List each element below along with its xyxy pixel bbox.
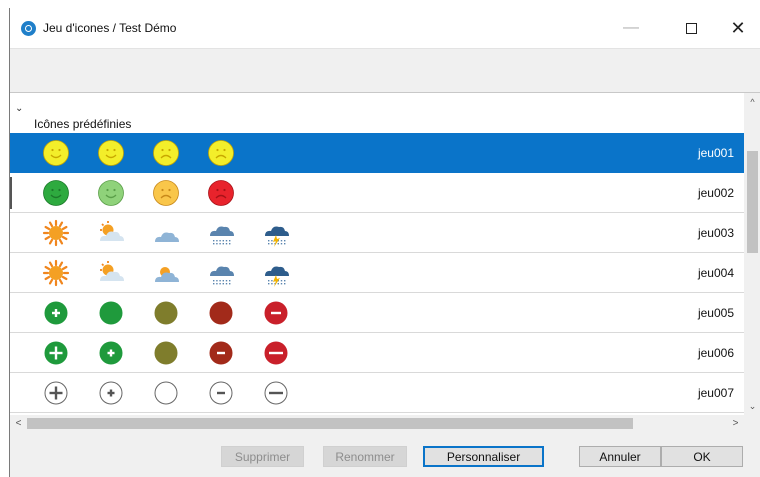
smiley-yellow-happy-icon [43,140,69,166]
smiley-yellow-sad-icon [153,140,179,166]
minus-red-large-icon [264,341,288,365]
dot-darkred-icon [209,301,233,325]
weather-sun-cloud-2-icon [155,267,179,282]
horizontal-scroll-thumb[interactable] [27,418,633,429]
weather-sun-icon [42,219,70,247]
ok-button[interactable]: OK [661,446,743,467]
weather-sun-icon [42,259,70,287]
scroll-down-arrow[interactable]: ⌄ [744,398,760,415]
smiley-yellow-happy-icon [98,140,124,166]
maximize-button[interactable] [668,8,714,48]
row-code: jeu007 [697,386,734,400]
cancel-button[interactable]: Annuler [579,446,661,467]
group-label: Icônes prédéfinies [34,117,132,131]
plus-outline-small-icon [99,381,123,405]
minus-darkred-icon [209,341,233,365]
group-header[interactable]: ⌄ Icônes prédéfinies [10,93,744,133]
window-title: Jeu d'icones / Test Démo [43,21,177,35]
plus-green-small-icon [44,301,68,325]
row-code: jeu001 [697,146,734,160]
row-code: jeu006 [697,346,734,360]
weather-storm-icon [265,266,289,287]
horizontal-scrollbar[interactable]: < > [10,415,744,432]
icon-set-list: ⌄ Icônes prédéfinies jeu001 jeu002 jeu003 j… [10,92,760,432]
close-button[interactable]: ✕ [715,8,760,48]
vertical-scroll-thumb[interactable] [747,151,758,253]
weather-rain-icon [210,226,234,245]
rename-button[interactable]: Renommer [323,446,407,467]
row-focus-marker [10,177,12,209]
table-row[interactable]: jeu002 [10,173,744,213]
smiley-red-sad-icon [208,180,234,206]
chevron-down-icon[interactable]: ⌄ [15,103,23,114]
weather-rain-icon [210,266,234,285]
weather-storm-icon [265,226,289,247]
table-row[interactable]: jeu004 [10,253,744,293]
maximize-icon [685,22,697,34]
smiley-yellow-sad-icon [208,140,234,166]
table-row[interactable]: jeu003 [10,213,744,253]
plus-green-large-icon [44,341,68,365]
smiley-green-happy-icon [43,180,69,206]
minus-outline-large-icon [264,381,288,405]
plus-green-small-2-icon [99,341,123,365]
scroll-left-arrow[interactable]: < [10,415,27,432]
minimize-button[interactable]: — [608,8,654,48]
row-code: jeu003 [697,226,734,240]
row-code: jeu004 [697,266,734,280]
scrollbar-corner [744,415,760,432]
table-row[interactable]: jeu001 [10,133,744,173]
dot-olive-icon [154,301,178,325]
toolbar-area [10,48,760,92]
vertical-scrollbar[interactable]: ^ ⌄ [744,93,760,415]
weather-cloud-icon [155,232,179,242]
dot-green-icon [99,301,123,325]
customize-button[interactable]: Personnaliser [423,446,544,467]
minus-red-small-icon [264,301,288,325]
app-icon [21,21,36,36]
smiley-orange-sad-icon [153,180,179,206]
circle-outline-icon [154,381,178,405]
table-row[interactable]: jeu007 [10,373,744,413]
dialog-window: Jeu d'icones / Test Démo — ✕ ⌄ Icônes pr… [9,8,760,477]
weather-sun-cloud-icon [100,261,124,281]
smiley-lightgreen-happy-icon [98,180,124,206]
plus-outline-large-icon [44,381,68,405]
delete-button[interactable]: Supprimer [221,446,304,467]
scroll-up-arrow[interactable]: ^ [744,93,760,110]
row-code: jeu005 [697,306,734,320]
dot-olive-icon [154,341,178,365]
table-row[interactable]: jeu005 [10,293,744,333]
minus-outline-small-icon [209,381,233,405]
row-code: jeu002 [697,186,734,200]
weather-sun-cloud-icon [100,221,124,241]
scroll-right-arrow[interactable]: > [727,415,744,432]
table-row[interactable]: jeu006 [10,333,744,373]
title-bar: Jeu d'icones / Test Démo — ✕ [10,8,760,48]
